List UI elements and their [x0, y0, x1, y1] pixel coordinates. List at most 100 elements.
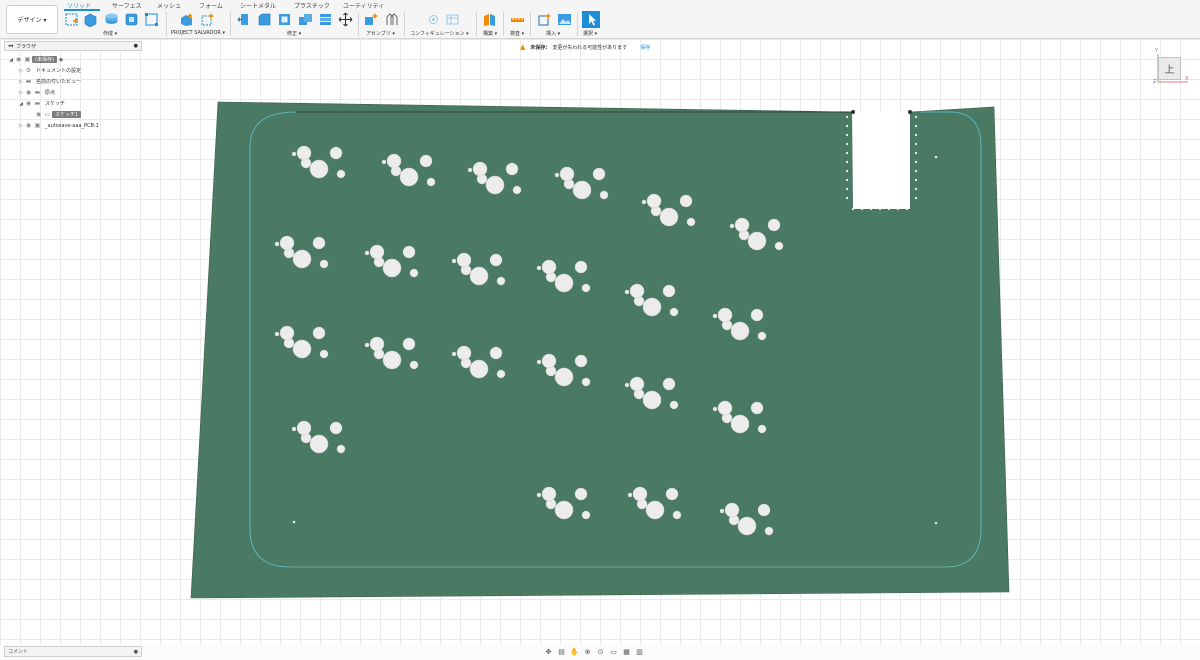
drill-hole: [292, 249, 312, 269]
drill-hole: [574, 487, 588, 501]
display-settings-icon[interactable]: ▭: [608, 648, 619, 656]
shell-icon[interactable]: [277, 12, 292, 27]
viewport-canvas[interactable]: [0, 39, 1200, 645]
toolbar-divider: [530, 12, 531, 36]
sketch-point: [887, 207, 891, 211]
measure-icon[interactable]: [510, 12, 525, 27]
viewport-drawing[interactable]: [0, 39, 1200, 645]
tab-plastic[interactable]: プラスチック: [294, 1, 330, 10]
move-icon[interactable]: [338, 12, 353, 27]
tab-sheet-metal[interactable]: シートメタル: [240, 1, 276, 10]
fillet-icon[interactable]: [257, 12, 272, 27]
image-icon[interactable]: [557, 12, 572, 27]
drill-hole: [505, 162, 519, 176]
visibility-eye-icon[interactable]: ◉: [14, 56, 23, 63]
tab-utilities[interactable]: ユーティリティ: [343, 1, 384, 10]
drill-hole: [717, 307, 733, 323]
assemble-menu[interactable]: アセンブリ ▾: [366, 30, 395, 37]
viewports-icon[interactable]: ▥: [634, 648, 645, 656]
constraint-icon[interactable]: [144, 12, 159, 27]
orbit-icon[interactable]: ✥: [543, 648, 554, 656]
tab-surface[interactable]: サーフェス: [112, 1, 142, 10]
tab-form[interactable]: フォーム: [199, 1, 223, 10]
create-menu[interactable]: 作成 ▾: [103, 30, 117, 37]
tree-item-origin[interactable]: ▷ ◉ ▬ 原点: [4, 87, 142, 98]
construct-menu[interactable]: 構築 ▾: [483, 30, 497, 37]
tree-item-sketches[interactable]: ◢ ◉ ▬ スケッチ: [4, 98, 142, 109]
tree-item-component[interactable]: ▷ ◉ ▣ _autosave-aaa_PCB:1: [4, 120, 142, 131]
browser-header[interactable]: ◂◂ ブラウザ ●: [4, 41, 142, 51]
visibility-eye-icon[interactable]: ◉: [24, 122, 33, 129]
align-icon[interactable]: [318, 12, 333, 27]
joint-icon[interactable]: [364, 12, 379, 27]
select-icon[interactable]: [582, 11, 600, 28]
combine-icon[interactable]: [298, 12, 313, 27]
zoom-icon[interactable]: ⊕: [582, 648, 593, 656]
inspect-menu[interactable]: 検査 ▾: [510, 30, 524, 37]
drill-hole: [469, 359, 489, 379]
folder-icon: ▬: [34, 100, 41, 107]
project-icon[interactable]: [179, 12, 194, 27]
workspace-switcher-button[interactable]: デザイン ▾: [6, 5, 58, 34]
project-sketch-icon[interactable]: [200, 12, 215, 27]
sketch-icon[interactable]: [64, 12, 79, 27]
revolve-icon[interactable]: [104, 12, 119, 27]
main-toolbar: デザイン ▾ ソリッド サーフェス メッシュ フォーム シートメタル プラスチッ…: [0, 0, 1200, 39]
drill-hole: [712, 406, 718, 412]
drill-hole: [279, 235, 295, 251]
insert-icon[interactable]: [537, 12, 552, 27]
look-at-icon[interactable]: ▤: [556, 648, 567, 656]
active-radio-icon[interactable]: ◉: [59, 57, 63, 63]
sketch-point: [845, 115, 849, 119]
save-link[interactable]: 保存: [640, 44, 650, 51]
grid-settings-icon[interactable]: ▦: [621, 648, 632, 656]
sketch-point: [845, 124, 849, 128]
drill-hole: [541, 259, 557, 275]
as-built-joint-icon[interactable]: [384, 12, 399, 27]
select-menu[interactable]: 選択 ▾: [583, 30, 597, 37]
comments-panel[interactable]: コメント ●: [4, 646, 142, 657]
extrude-icon[interactable]: [83, 12, 98, 27]
visibility-eye-icon[interactable]: ◉: [34, 111, 43, 118]
folder-icon: ▬: [25, 78, 32, 85]
drill-hole: [662, 377, 676, 391]
tree-item-document-settings[interactable]: ▷ ⚙ ドキュメントの設定: [4, 65, 142, 76]
drill-hole: [669, 307, 679, 317]
plane-icon[interactable]: [482, 12, 497, 27]
drill-hole: [724, 502, 740, 518]
tree-item-root[interactable]: ◢ ◉ ▣ (未保存) ◉: [4, 54, 142, 65]
drill-hole: [402, 337, 416, 351]
drill-hole: [581, 377, 591, 387]
drill-hole: [541, 353, 557, 369]
pin-icon[interactable]: ●: [134, 649, 138, 655]
drill-hole: [329, 421, 343, 435]
pan-icon[interactable]: ✋: [569, 648, 580, 656]
configure-menu[interactable]: コンフィギュレーション ▾: [410, 30, 469, 37]
tree-item-named-views[interactable]: ▷ ▬ 名前の付いたビュー: [4, 76, 142, 87]
view-cube-top-face[interactable]: 上: [1158, 57, 1181, 80]
modify-menu[interactable]: 修正 ▾: [287, 30, 301, 37]
insert-menu[interactable]: 挿入 ▾: [546, 30, 560, 37]
view-cube[interactable]: 上 Y X Z: [1152, 48, 1192, 88]
drill-hole: [364, 250, 370, 256]
drill-hole: [382, 258, 402, 278]
folder-icon: ▬: [34, 89, 41, 96]
pin-icon[interactable]: ●: [134, 43, 138, 49]
drill-hole: [629, 283, 645, 299]
drill-hole: [419, 154, 433, 168]
tree-item-sketch1[interactable]: ◉ ▭ スケッチ1: [4, 109, 142, 120]
project-menu[interactable]: PROJECT SALVADOR ▾: [171, 30, 225, 36]
fit-icon[interactable]: ⊙: [595, 648, 606, 656]
visibility-eye-icon[interactable]: ◉: [24, 100, 33, 107]
warning-icon: ▲: [520, 42, 526, 51]
box-icon[interactable]: [124, 12, 139, 27]
gear-icon: ⚙: [25, 67, 32, 74]
visibility-eye-icon[interactable]: ◉: [24, 89, 33, 96]
tab-mesh[interactable]: メッシュ: [157, 1, 181, 10]
push-pull-icon[interactable]: [237, 12, 252, 27]
config-icon[interactable]: [426, 12, 441, 27]
collapse-icon[interactable]: ◂◂: [8, 43, 13, 49]
sketch-point: [851, 207, 855, 211]
sketch-point: [914, 196, 918, 200]
config-table-icon[interactable]: [445, 12, 460, 27]
